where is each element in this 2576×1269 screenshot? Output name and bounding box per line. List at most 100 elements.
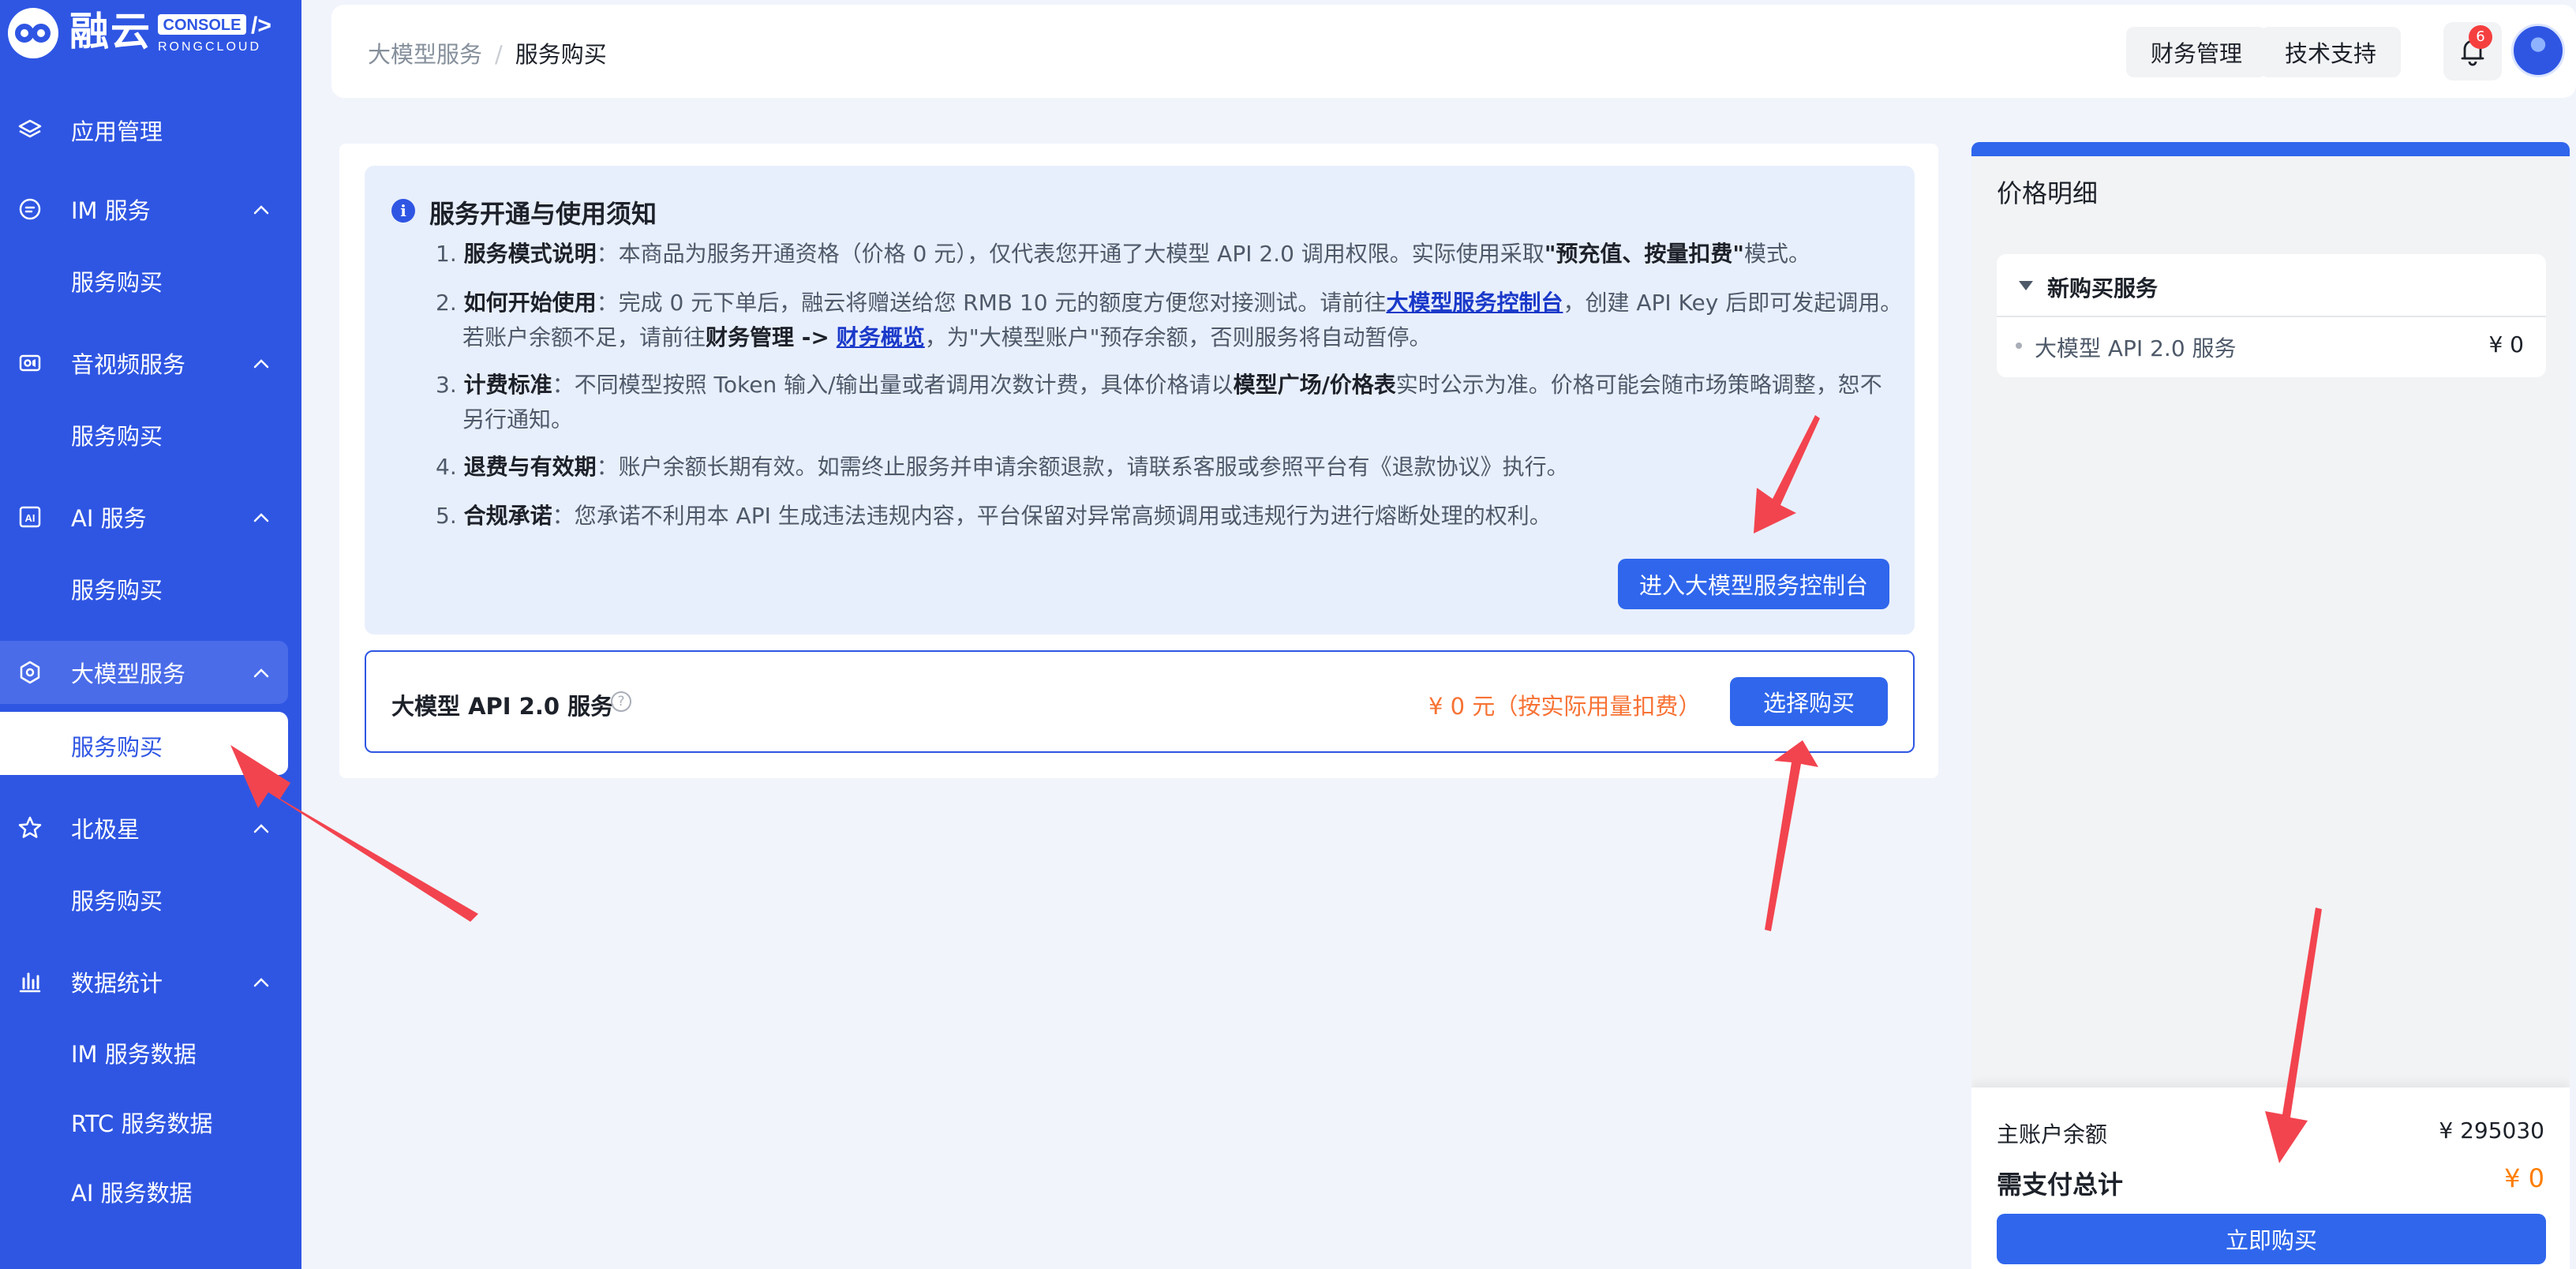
finance-overview-link[interactable]: 财务概览 [837,324,925,350]
notice-item-number: 4. [436,454,457,480]
panel-accent-bar [1971,142,2570,156]
notice-item-text: ，为"大模型账户"预存余额，否则服务将自动暂停。 [924,324,1432,350]
chevron-up-icon [253,978,269,987]
sidebar-item-av-service[interactable]: 音视频服务 [0,331,301,395]
ai-icon: AI [19,506,41,528]
notice-item-heading: 合规承诺 [463,503,552,529]
question-circle-icon[interactable]: ? [611,691,631,712]
caret-down-icon [2019,281,2033,290]
sidebar-item-app-management[interactable]: 应用管理 [0,99,301,162]
breadcrumb-parent[interactable]: 大模型服务 [368,41,482,68]
sidebar-item-partial [0,1247,301,1269]
notice-item-text: 若账户余额不足，请前往 [462,324,706,350]
sidebar-subitem-label: 服务购买 [71,888,163,915]
logo[interactable]: 融云 CONSOLE /> RONGCLOUD [0,0,301,66]
notice-item-number: 3. [436,372,457,398]
bar-chart-icon [19,972,41,993]
logo-icon [8,8,58,58]
product-row: 大模型 API 2.0 服务 ? ¥ 0 元（按实际用量扣费） [365,650,1915,753]
svg-text:CONSOLE: CONSOLE [163,17,242,34]
sidebar-subitem-label: 服务购买 [71,423,163,450]
star-icon [18,816,42,838]
sidebar-subitem-polaris-purchase[interactable]: 服务购买 [0,866,301,929]
info-icon: i [391,199,415,223]
notice-item-text: 模式。 [1744,241,1811,267]
model-icon [20,661,40,684]
sidebar-item-label: 北极星 [71,816,140,843]
buy-now-button[interactable]: 立即购买 [1997,1214,2546,1264]
sidebar-item-label: 应用管理 [71,118,163,145]
total-value: ¥ 0 [2504,1163,2544,1193]
balance-label: 主账户余额 [1997,1121,2108,1147]
notice-item-2: 2. 如何开始使用：完成 0 元下单后，融云将赠送给您 RMB 10 元的额度方… [436,286,1902,355]
new-purchase-card: 新购买服务 大模型 API 2.0 服务 ¥ 0 [1997,254,2546,377]
logo-name: 融云 [69,9,152,54]
sidebar-item-label: 音视频服务 [71,351,186,378]
llm-console-link[interactable]: 大模型服务控制台 [1386,290,1563,316]
product-name: 大模型 API 2.0 服务 [391,693,614,720]
sidebar-subitem-im-purchase[interactable]: 服务购买 [0,247,301,310]
product-price: ¥ 0 元（按实际用量扣费） [1428,693,1702,720]
chevron-up-icon [253,359,269,369]
sidebar-subitem-ai-purchase[interactable]: 服务购买 [0,555,301,618]
notice-colon: ： [596,241,619,267]
tech-support-button[interactable]: 技术支持 [2260,27,2401,77]
breadcrumb-separator: / [495,41,503,68]
sidebar-subitem-label: 服务购买 [71,269,163,296]
avatar[interactable] [2511,24,2565,77]
notice-item-emphasis: 模型广场/价格表 [1233,372,1396,398]
sidebar-subitem-rtc-data[interactable]: RTC 服务数据 [0,1088,301,1151]
sidebar-subitem-label: 服务购买 [71,577,163,604]
notice-item-text: 实时公示为准。价格可能会随市场策略调整，恕不 [1395,372,1882,398]
sidebar-item-ai-service[interactable]: AI AI 服务 [0,485,301,548]
sidebar-item-label: 大模型服务 [71,661,186,687]
sidebar-subitem-im-data[interactable]: IM 服务数据 [0,1019,301,1082]
sidebar-subitem-label: RTC 服务数据 [71,1110,213,1137]
sidebar-subitem-llm-purchase[interactable]: 服务购买 [0,712,288,775]
new-purchase-header[interactable]: 新购买服务 [1997,254,2546,317]
select-purchase-button[interactable]: 选择购买 [1730,677,1888,726]
notice-item-heading: 退费与有效期 [463,454,597,480]
svg-text:/>: /> [251,13,271,39]
sidebar-item-llm-service[interactable]: 大模型服务 [0,641,288,704]
chat-icon [19,198,41,220]
sidebar-subitem-label: IM 服务数据 [71,1041,197,1068]
new-purchase-label: 新购买服务 [2047,275,2159,301]
notice-item-number: 5. [436,503,457,529]
price-detail-panel: 价格明细 新购买服务 大模型 API 2.0 服务 ¥ 0 主账户余额 ¥ 29… [1971,142,2570,1269]
console-rongcloud-logo: CONSOLE /> RONGCLOUD [158,13,271,54]
breadcrumb: 大模型服务 / 服务购买 [368,36,607,69]
svg-text:RONGCLOUD: RONGCLOUD [158,40,261,54]
notice-item-text: 您承诺不利用本 API 生成违法违规内容，平台保留对异常高频调用或违规行为进行熔… [574,503,1552,529]
notice-item-number: 2. [436,290,457,316]
enter-llm-console-button[interactable]: 进入大模型服务控制台 [1618,559,1889,609]
chevron-up-icon [253,668,269,678]
sidebar-item-label: IM 服务 [71,197,151,224]
notice-item-text: 完成 0 元下单后，融云将赠送给您 RMB 10 元的额度方便您对接测试。请前往 [618,290,1387,316]
balance-value: ¥ 295030 [2439,1117,2544,1144]
price-detail-title: 价格明细 [1997,178,2099,208]
sidebar-item-polaris[interactable]: 北极星 [0,796,301,859]
notice-colon: ： [596,454,619,480]
notice-item-emphasis: 财务管理 -> [706,324,829,350]
notice-item-heading: 服务模式说明 [463,241,597,267]
notice-colon: ： [596,290,619,316]
notice-colon: ： [552,503,575,529]
bullet-icon [2016,343,2022,349]
sidebar-subitem-av-purchase[interactable]: 服务购买 [0,401,301,464]
notice-item-5: 5. 合规承诺：您承诺不利用本 API 生成违法违规内容，平台保留对异常高频调用… [436,499,1552,533]
notice-item-4: 4. 退费与有效期：账户余额长期有效。如需终止服务并申请余额退款，请联系客服或参… [436,450,1569,485]
sidebar-item-data-stats[interactable]: 数据统计 [0,950,301,1013]
chevron-up-icon [253,205,269,215]
notice-item-emphasis: "预充值、按量扣费" [1544,241,1744,267]
finance-management-button[interactable]: 财务管理 [2126,27,2267,77]
notice-title: 服务开通与使用须知 [429,199,657,229]
notice-item-text: 账户余额长期有效。如需终止服务并申请余额退款，请联系客服或参照平台有《退款协议》… [618,454,1569,480]
sidebar-item-im-service[interactable]: IM 服务 [0,178,301,241]
notice-item-1: 1. 服务模式说明：本商品为服务开通资格（价格 0 元），仅代表您开通了大模型 … [436,237,1810,271]
svg-text:AI: AI [25,512,36,524]
sidebar-subitem-ai-data[interactable]: AI 服务数据 [0,1158,301,1221]
line-item-price: ¥ 0 [2488,331,2524,357]
notice-item-text: ，创建 API Key 后即可发起调用。 [1563,290,1903,316]
sidebar: 融云 CONSOLE /> RONGCLOUD 应用管理 IM 服务 服务购买 … [0,0,301,1269]
